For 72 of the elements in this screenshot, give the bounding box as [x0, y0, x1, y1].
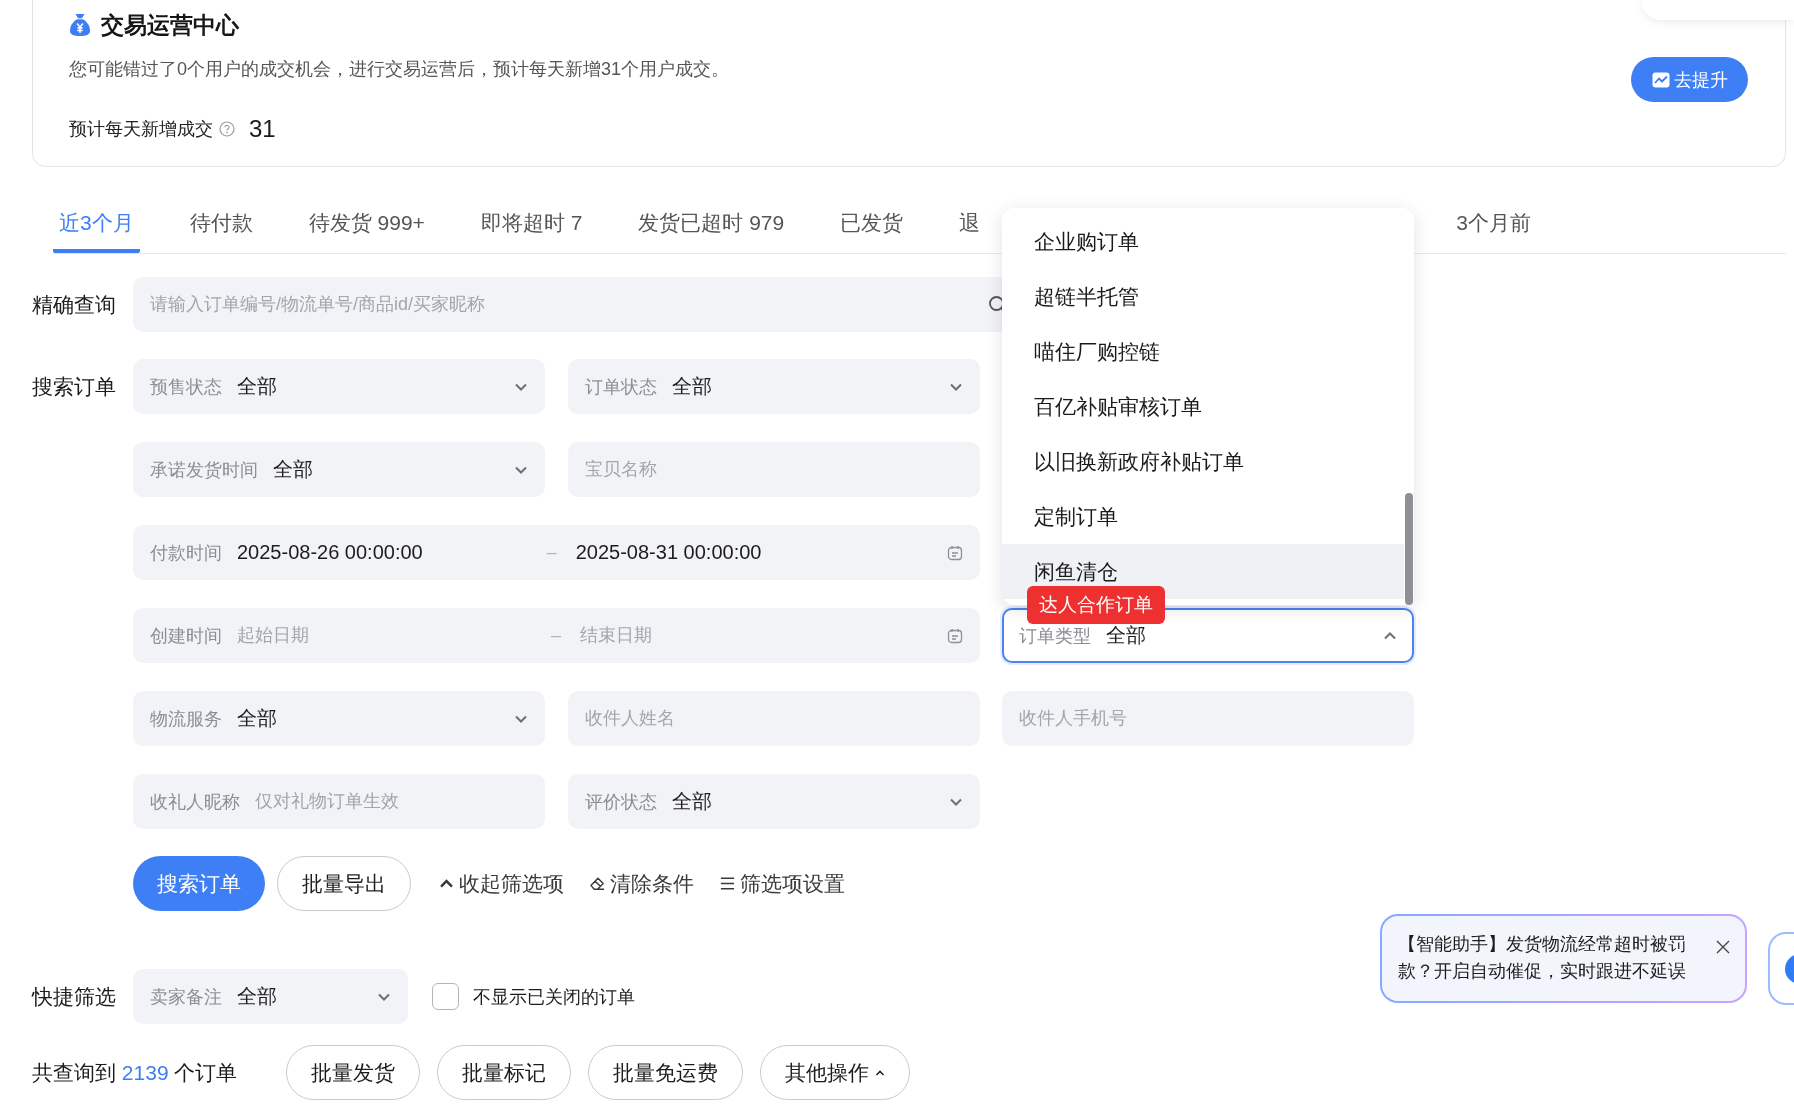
field-label: 订单类型	[1019, 624, 1091, 648]
calendar-icon[interactable]	[946, 544, 963, 561]
section-label: 搜索订单	[32, 373, 117, 400]
select-field[interactable]: 承诺发货时间 全部	[133, 442, 545, 497]
option-tag: 达人合作订单	[1027, 586, 1165, 624]
dropdown-option[interactable]: 定制订单	[1002, 489, 1404, 544]
tab[interactable]: 近3个月	[53, 193, 140, 253]
range-separator: –	[545, 542, 558, 563]
tab[interactable]: 待发货 999+	[302, 193, 431, 253]
action-button[interactable]: 批量发货	[286, 1045, 421, 1100]
date-value[interactable]: 2025-08-31 00:00:00	[575, 541, 762, 564]
close-icon[interactable]	[1715, 939, 1731, 955]
select-field[interactable]: 评价状态 全部	[567, 774, 980, 829]
calendar-icon[interactable]	[946, 627, 963, 644]
field-label: 付款时间	[150, 541, 222, 565]
text-input[interactable]: 仅对礼物订单生效	[255, 791, 528, 812]
select-field[interactable]: 物流服务 全部	[133, 691, 545, 746]
field-label: 收礼人昵称	[150, 790, 240, 814]
checkbox-label[interactable]: 不显示已关闭的订单	[473, 984, 635, 1009]
eraser-icon	[589, 875, 606, 892]
text-link[interactable]: 收起筛选项	[438, 869, 564, 898]
text-link[interactable]: 筛选项设置	[719, 869, 845, 898]
action-button[interactable]: 其他操作	[760, 1045, 911, 1100]
select-field[interactable]: 卖家备注 全部	[133, 969, 408, 1024]
dropdown-option[interactable]: 企业购订单	[1002, 214, 1404, 269]
date-input[interactable]: 起始日期	[237, 625, 546, 646]
section-label: 快捷筛选	[32, 983, 117, 1010]
trend-chart-icon	[1651, 71, 1670, 88]
tab[interactable]: 即将超时 7	[474, 193, 589, 253]
field-label: 预售状态	[150, 375, 222, 399]
text-link[interactable]: 清除条件	[589, 869, 694, 898]
assistant-message: 【智能助手】发货物流经常超时被罚款？开启自动催促，实时跟进不延误	[1398, 933, 1687, 983]
text-field[interactable]: 收件人姓名	[567, 691, 980, 746]
text-field[interactable]: 宝贝名称	[567, 442, 980, 497]
field-label: 承诺发货时间	[150, 458, 258, 482]
tab[interactable]: 退	[953, 193, 987, 253]
range-separator: –	[550, 625, 562, 646]
list-icon	[719, 875, 736, 892]
card-title: 交易运营中心	[101, 10, 239, 40]
tab[interactable]: 已发货	[834, 193, 910, 253]
date-input[interactable]: 结束日期	[580, 625, 947, 646]
select-field[interactable]: 订单状态 全部	[567, 359, 980, 414]
action-button[interactable]: 搜索订单	[133, 856, 265, 911]
tab[interactable]: 发货已超时 979	[632, 193, 791, 253]
field-label: 卖家备注	[150, 985, 222, 1009]
dropdown-option[interactable]: 以旧换新政府补贴订单	[1002, 434, 1404, 489]
scrollbar-thumb[interactable]	[1405, 493, 1413, 605]
field-label: 订单状态	[584, 375, 657, 399]
action-button[interactable]: 批量标记	[437, 1045, 572, 1100]
date-range-field[interactable]: 付款时间 2025-08-26 00:00:00 – 2025-08-31 00:00:00	[133, 525, 980, 580]
field-label: 物流服务	[150, 707, 222, 731]
improve-button[interactable]: 去提升	[1631, 57, 1748, 102]
result-summary: 共查询到 2139 个订单	[32, 1059, 238, 1086]
tab[interactable]: 3个月前	[1450, 193, 1537, 253]
action-button[interactable]: 批量导出	[277, 856, 411, 911]
section-label: 精确查询	[32, 291, 117, 318]
dropdown-option[interactable]: 百亿补贴审核订单	[1002, 379, 1404, 434]
tab[interactable]: 待付款	[183, 193, 259, 253]
date-value[interactable]: 2025-08-26 00:00:00	[237, 541, 423, 564]
caret-up-icon	[875, 1068, 886, 1077]
card-description: 您可能错过了0个用户的成交机会，进行交易运营后，预计每天新增31个用户成交。	[69, 58, 730, 81]
text-field[interactable]: 收件人手机号	[1002, 691, 1414, 746]
money-bag-icon	[69, 13, 91, 37]
help-icon[interactable]	[219, 121, 235, 137]
metric-label: 预计每天新增成交	[69, 118, 213, 141]
assistant-launcher-button[interactable]	[1768, 932, 1794, 1005]
field-label: 创建时间	[150, 624, 222, 648]
select-field[interactable]: 预售状态 全部	[133, 359, 545, 414]
metric-value: 31	[249, 115, 276, 143]
field-label: 评价状态	[584, 790, 657, 814]
checkbox[interactable]	[432, 983, 459, 1010]
action-button[interactable]: 批量免运费	[588, 1045, 744, 1100]
